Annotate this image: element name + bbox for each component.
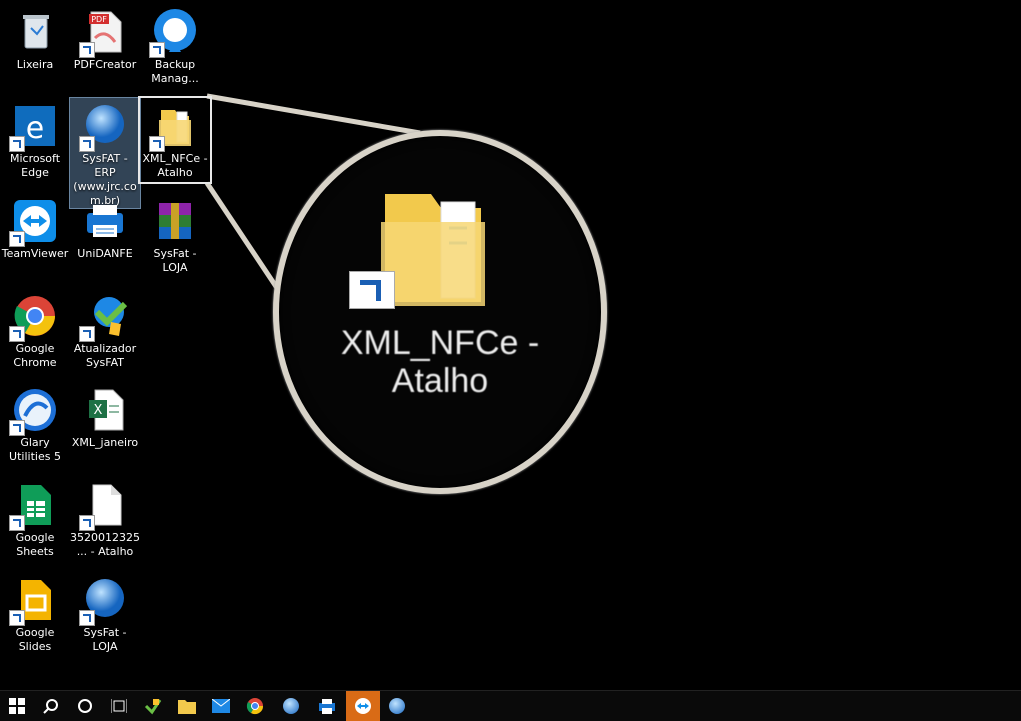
shortcut-arrow-icon [9,610,25,626]
shortcut-arrow-icon [79,136,95,152]
windows-start-icon[interactable] [0,691,34,721]
google-sheets-icon [9,481,59,531]
icon-label: Google Chrome [13,342,57,369]
shortcut-arrow-icon [79,515,95,531]
edge-icon: e [9,102,59,152]
chrome-icon [9,292,59,342]
shortcut-arrow-icon [149,42,165,58]
sysfat-globe-icon[interactable] [274,691,308,721]
desktop-icon-xml-janeiro[interactable]: X XML_janeiro [70,382,140,450]
unidanfe-icon[interactable] [310,691,344,721]
svg-text:PDF: PDF [91,15,107,24]
shortcut-arrow-icon [9,515,25,531]
globe-icon [79,102,129,152]
updater-globe-icon [79,292,129,342]
shortcut-arrow-icon [9,326,25,342]
search-icon[interactable] [34,691,68,721]
teamviewer-icon [9,197,59,247]
chrome-icon[interactable] [238,691,272,721]
desktop-icon-google-chrome[interactable]: Google Chrome [0,288,70,370]
glary-utilities-icon [9,386,59,436]
sysfat-loja-icon[interactable] [380,691,414,721]
task-view-icon[interactable] [102,691,136,721]
desktop-icon-glary-utilities[interactable]: Glary Utilities 5 [0,382,70,464]
shortcut-arrow-icon [349,271,395,309]
magnified-label-line1: XML_NFCe - [340,324,540,362]
icon-label: Backup Manag... [151,58,199,85]
excel-file-icon: X [81,386,129,434]
shortcut-arrow-icon [79,326,95,342]
desktop-icon-backup-manager[interactable]: Backup Manag... [140,4,210,86]
shortcut-arrow-icon [149,136,165,152]
shortcut-arrow-icon [9,420,25,436]
mail-icon[interactable] [204,691,238,721]
icon-label: XML_NFCe - Atalho [142,152,208,179]
desktop-icon-google-sheets[interactable]: Google Sheets [0,477,70,559]
folder-icon [149,102,199,152]
icon-label: SysFat - LOJA [83,626,127,653]
magnified-icon-callout: XML_NFCe - Atalho [273,130,607,494]
desktop-icon-pdfcreator[interactable]: PDF PDFCreator [70,4,140,72]
icon-label: UniDANFE [77,247,133,260]
icon-label: TeamViewer [1,247,69,260]
recycle-bin-icon [11,8,59,56]
icon-label: Lixeira [16,58,54,71]
file-explorer-icon[interactable] [170,691,204,721]
svg-text:e: e [26,111,44,146]
sysfat-app-icon[interactable] [136,691,170,721]
desktop-icon-teamviewer[interactable]: TeamViewer [0,193,70,261]
backup-manager-icon [149,8,199,58]
pdfcreator-icon: PDF [79,8,129,58]
folder-icon [379,188,489,306]
globe-icon [79,576,129,626]
winrar-archive-icon [151,197,199,245]
svg-text:X: X [94,403,103,418]
desktop-icon-sysfat-loja-globe[interactable]: SysFat - LOJA [70,572,140,654]
desktop-icon-sysfat-loja-winrar[interactable]: SysFat - LOJA [140,193,210,275]
shortcut-arrow-icon [9,231,25,247]
printer-icon [81,197,129,245]
desktop-icon-lixeira[interactable]: Lixeira [0,4,70,72]
desktop-icon-3520012325-atalho[interactable]: 3520012325... - Atalho [70,477,140,559]
desktop: Lixeira e Microsoft Edge TeamViewer Goog… [0,0,1021,690]
icon-label: 3520012325... - Atalho [70,531,140,558]
teamviewer-icon[interactable] [346,691,380,721]
shortcut-arrow-icon [79,42,95,58]
google-slides-icon [9,576,59,626]
icon-label: Atualizador SysFAT [73,342,137,369]
cortana-icon[interactable] [68,691,102,721]
icon-label: Google Slides [15,626,55,653]
icon-label: Google Sheets [15,531,55,558]
taskbar [0,690,1021,721]
magnified-label: XML_NFCe - Atalho [279,324,601,400]
shortcut-arrow-icon [79,610,95,626]
magnified-label-line2: Atalho [391,362,489,400]
blank-file-icon [79,481,129,531]
icon-label: SysFat - LOJA [153,247,197,274]
desktop-icon-edge[interactable]: e Microsoft Edge [0,98,70,180]
icon-label: Microsoft Edge [9,152,61,179]
desktop-icon-sysfat-erp[interactable]: SysFAT - ERP (www.jrc.com.br) [69,97,141,209]
desktop-icon-unidanfe[interactable]: UniDANFE [70,193,140,261]
icon-label: XML_janeiro [71,436,139,449]
shortcut-arrow-icon [9,136,25,152]
desktop-icon-xml-nfce-atalho[interactable]: XML_NFCe - Atalho [138,96,212,184]
icon-label: Glary Utilities 5 [9,436,61,463]
desktop-icon-google-slides[interactable]: Google Slides [0,572,70,654]
icon-label: PDFCreator [73,58,137,71]
desktop-icon-atualizador-sysfat[interactable]: Atualizador SysFAT [70,288,140,370]
